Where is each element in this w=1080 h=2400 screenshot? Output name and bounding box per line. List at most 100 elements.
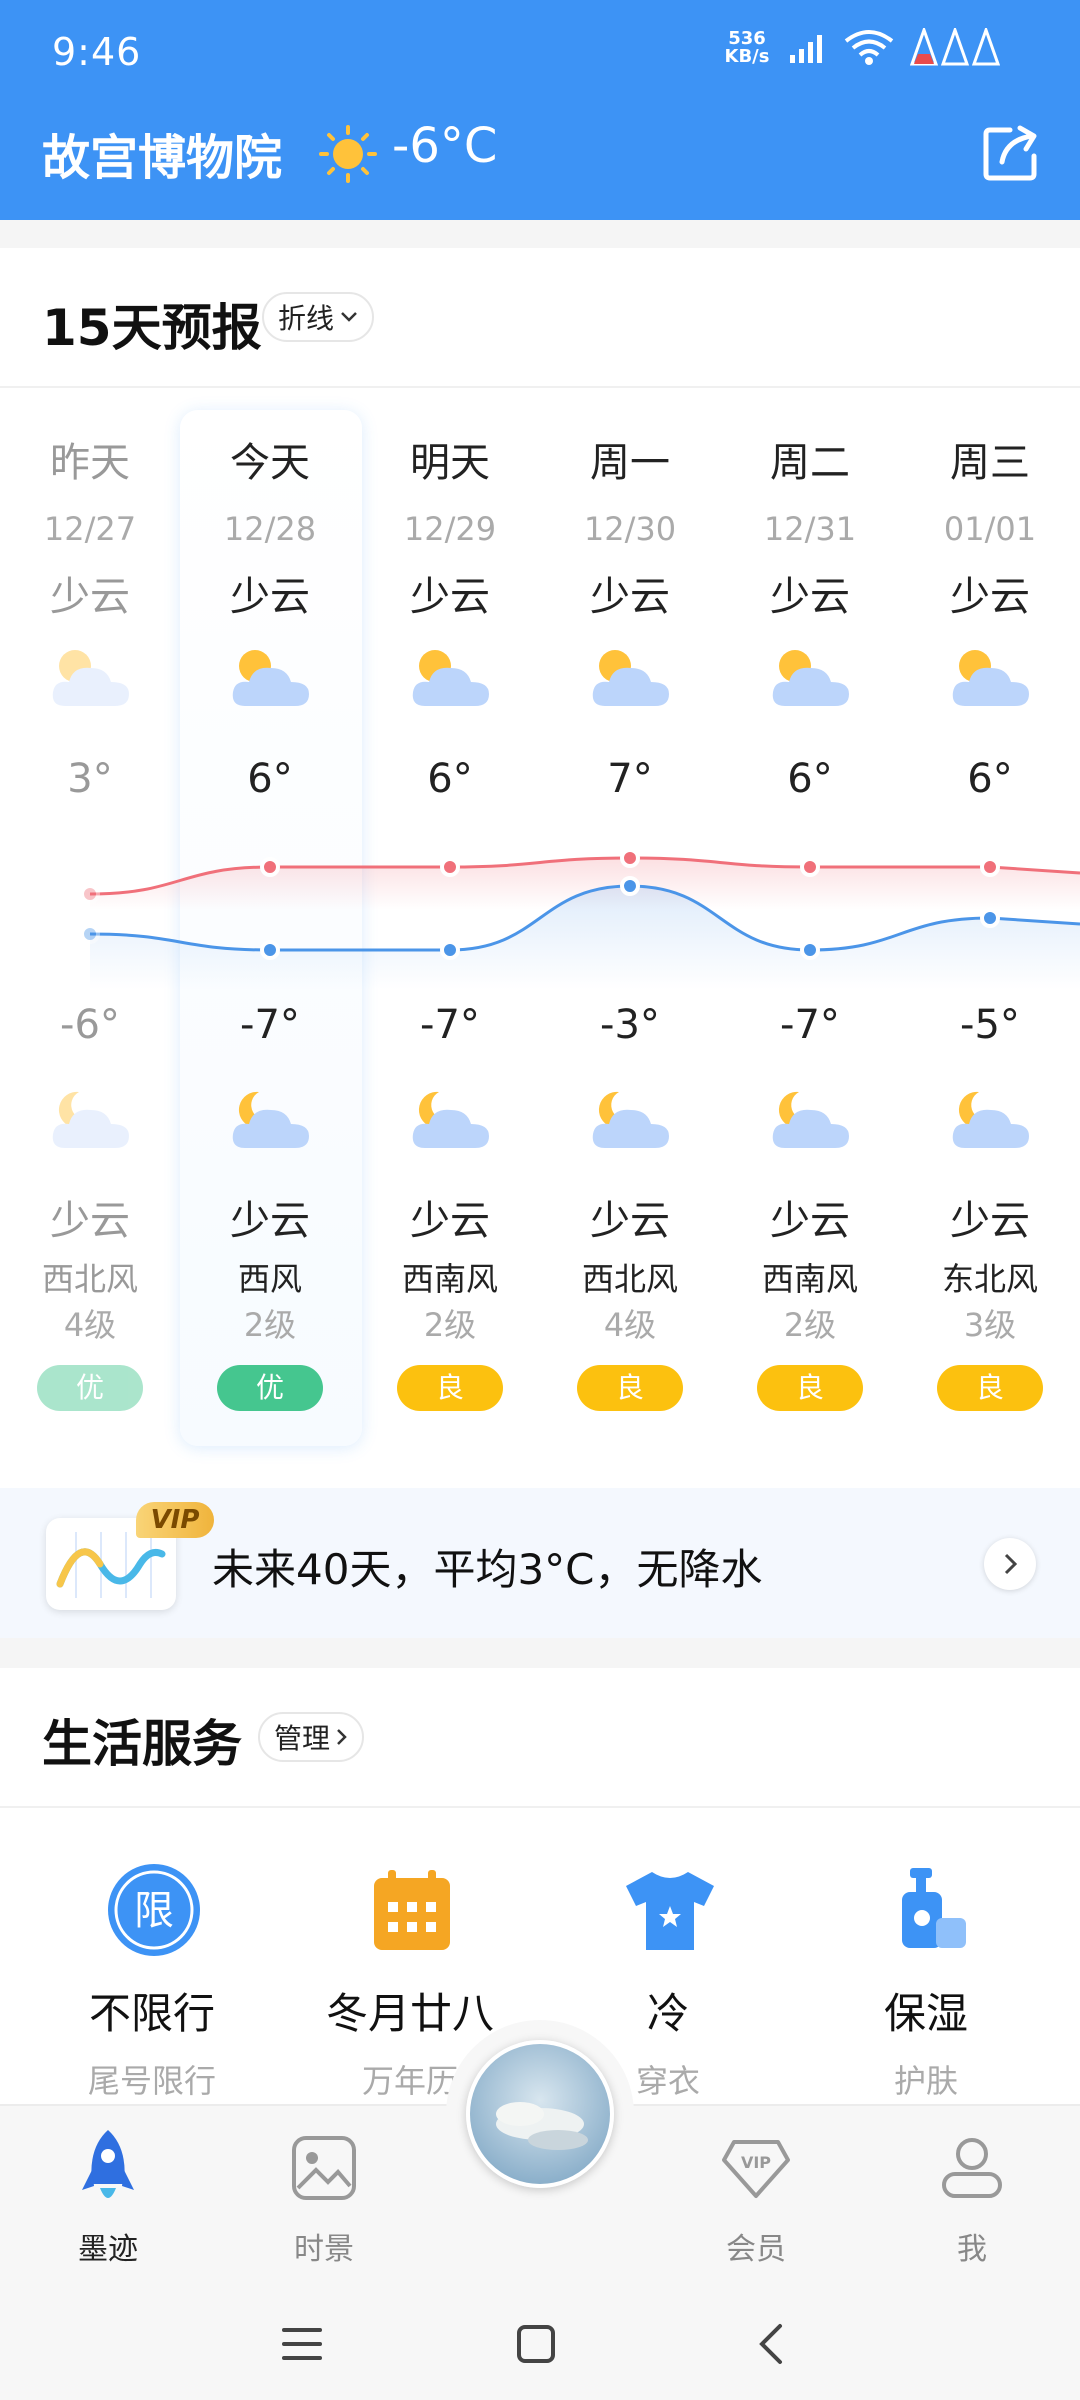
wind-direction: 东北风 (941, 1260, 1038, 1298)
forecast-divider (0, 386, 1080, 388)
day-date: 12/31 (763, 510, 857, 548)
low-temp: -3° (600, 1002, 660, 1048)
share-icon[interactable] (980, 122, 1042, 188)
wind-direction: 西北风 (581, 1260, 678, 1298)
wind-direction: 西风 (237, 1260, 302, 1298)
day-date: 12/28 (223, 510, 317, 548)
status-icons: 536 KB/s (720, 28, 1000, 68)
wind-level: 2级 (783, 1306, 837, 1344)
lotion-icon (880, 1862, 976, 1962)
wind-level: 2级 (243, 1306, 297, 1344)
day-date: 01/01 (943, 510, 1037, 548)
high-temp-point (260, 857, 280, 877)
day-date: 12/29 (403, 510, 497, 548)
home-icon[interactable] (516, 2324, 556, 2364)
net-speed: 536 KB/s (724, 28, 770, 67)
top-header: 9:46 536 KB/s 故宫博物院 -6°C (0, 0, 1080, 220)
low-temp-point (440, 940, 460, 960)
aqi-badge: 良 (397, 1365, 503, 1411)
low-temp-point (620, 876, 640, 896)
calendar-icon (364, 1862, 460, 1962)
vip-badge: VIP (136, 1502, 214, 1538)
night-condition: 少云 (410, 1198, 490, 1244)
wind-level: 4级 (63, 1306, 117, 1344)
menu-icon[interactable] (282, 2326, 322, 2362)
high-temp-point (620, 848, 640, 868)
service-subtitle: 护肤 (893, 2062, 958, 2100)
wind-direction: 西北风 (41, 1260, 138, 1298)
manage-button[interactable]: 管理 (258, 1712, 365, 1762)
signal-icon (790, 35, 822, 63)
chevron-down-icon (341, 312, 357, 322)
high-temp-point (440, 857, 460, 877)
profile-icon (936, 2126, 1008, 2208)
high-temp-point (980, 857, 1000, 877)
wind-level: 3级 (963, 1306, 1017, 1344)
forecast-40day-banner[interactable]: VIP 未来40天，平均3°C，无降水 (0, 1488, 1080, 1638)
sky-photo-button[interactable] (466, 2040, 614, 2188)
system-nav-bar (0, 2284, 1080, 2400)
svg-text:VIP: VIP (741, 2153, 771, 2172)
day-condition: 少云 (410, 574, 490, 620)
high-temp: 6° (247, 756, 293, 802)
low-temp: -6° (60, 1002, 120, 1048)
day-date: 12/30 (583, 510, 677, 548)
low-temp-point (260, 940, 280, 960)
partly-cloudy-day-icon (45, 636, 135, 720)
service-title: 不限行 (88, 1989, 215, 2038)
day-condition: 少云 (230, 574, 310, 620)
night-condition: 少云 (770, 1198, 850, 1244)
low-temp: -7° (780, 1002, 840, 1048)
life-services-title: 生活服务 (42, 1715, 242, 1773)
day-label: 周一 (590, 440, 670, 486)
night-condition: 少云 (230, 1198, 310, 1244)
night-condition: 少云 (950, 1198, 1030, 1244)
view-mode-dropdown[interactable]: 折线 (262, 292, 375, 342)
partly-cloudy-day-icon (585, 636, 675, 720)
location-title[interactable]: 故宫博物院 (42, 118, 282, 188)
low-temp-point (80, 924, 100, 944)
restriction-icon: 限 (106, 1862, 202, 1962)
partly-cloudy-day-icon (765, 636, 855, 720)
aqi-badge: 优 (217, 1365, 323, 1411)
partly-cloudy-day-icon (945, 636, 1035, 720)
partly-cloudy-day-icon (225, 636, 315, 720)
day-label: 明天 (410, 440, 490, 486)
partly-cloudy-night-icon (405, 1078, 495, 1162)
wind-level: 2级 (423, 1306, 477, 1344)
rocket-icon (72, 2126, 144, 2214)
sun-icon (318, 124, 378, 188)
high-temp: 6° (967, 756, 1013, 802)
low-temp: -7° (420, 1002, 480, 1048)
partly-cloudy-night-icon (585, 1078, 675, 1162)
partly-cloudy-night-icon (225, 1078, 315, 1162)
chevron-right-icon[interactable] (984, 1538, 1036, 1590)
back-icon[interactable] (756, 2322, 786, 2366)
current-temperature: -6°C (392, 118, 498, 174)
service-subtitle: 尾号限行 (87, 2062, 216, 2100)
high-temp: 7° (607, 756, 653, 802)
wind-direction: 西南风 (401, 1260, 498, 1298)
forecast-40day-text: 未来40天，平均3°C，无降水 (212, 1545, 763, 1594)
high-temp-point (800, 857, 820, 877)
nav-label: 会员 (726, 2232, 786, 2267)
partly-cloudy-day-icon (405, 636, 495, 720)
low-temp-point (980, 908, 1000, 928)
partly-cloudy-night-icon (45, 1078, 135, 1162)
day-label: 昨天 (50, 440, 130, 486)
partly-cloudy-night-icon (945, 1078, 1035, 1162)
vip-icon: VIP (720, 2126, 792, 2208)
chevron-right-icon (337, 1729, 347, 1745)
tshirt-icon (622, 1862, 718, 1962)
svg-text:限: 限 (134, 1888, 174, 1934)
day-condition: 少云 (590, 574, 670, 620)
nav-label: 墨迹 (78, 2232, 138, 2267)
photo-icon (288, 2126, 360, 2208)
tree-notification-icon (910, 28, 1000, 66)
aqi-badge: 良 (757, 1365, 863, 1411)
low-temp-point (800, 940, 820, 960)
aqi-badge: 良 (937, 1365, 1043, 1411)
aqi-badge: 良 (577, 1365, 683, 1411)
life-divider (0, 1806, 1080, 1808)
high-temp: 6° (427, 756, 473, 802)
